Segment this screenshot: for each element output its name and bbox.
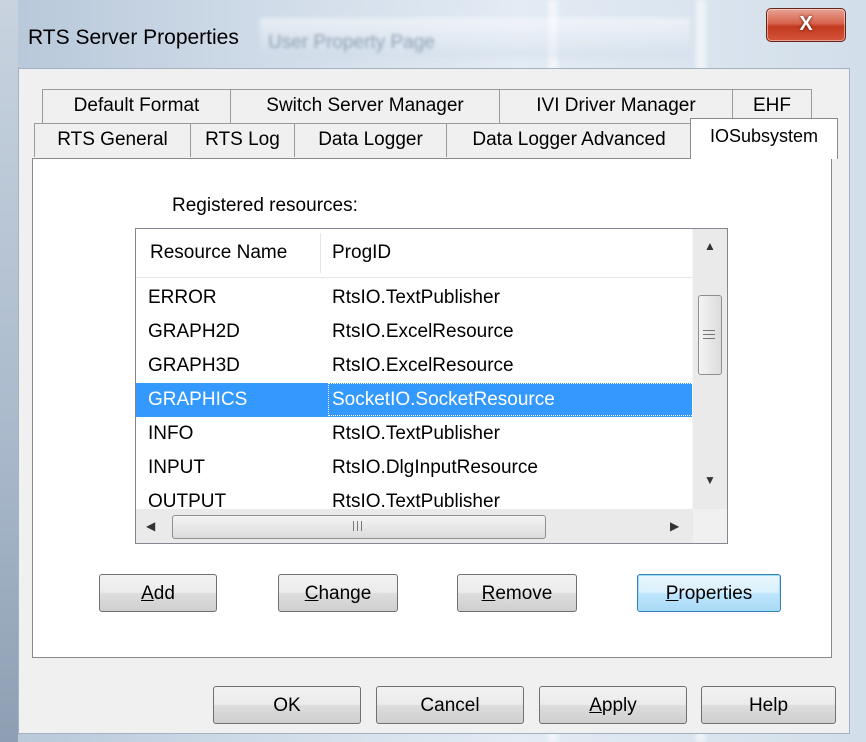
cancel-button[interactable]: Cancel bbox=[376, 686, 524, 724]
accelerator: A bbox=[141, 583, 154, 604]
properties-button[interactable]: Properties bbox=[637, 574, 781, 612]
accelerator: R bbox=[481, 583, 496, 604]
vertical-scroll-thumb[interactable] bbox=[698, 295, 722, 375]
column-header-resource-name[interactable]: Resource Name bbox=[150, 229, 287, 277]
resource-progid: SocketIO.SocketResource bbox=[332, 389, 555, 410]
resource-progid: RtsIO.DlgInputResource bbox=[332, 457, 538, 478]
tab-rts-general[interactable]: RTS General bbox=[34, 123, 191, 157]
scroll-right-icon[interactable]: ▶ bbox=[670, 519, 679, 533]
change-button[interactable]: Change bbox=[278, 574, 398, 612]
column-divider[interactable] bbox=[320, 233, 321, 273]
resource-name: INFO bbox=[148, 423, 194, 444]
button-label: pply bbox=[601, 695, 637, 716]
table-row[interactable]: ERROR RtsIO.TextPublisher bbox=[136, 281, 696, 315]
table-row[interactable]: GRAPH3D RtsIO.ExcelResource bbox=[136, 349, 696, 383]
scrollbar-corner bbox=[693, 509, 727, 543]
horizontal-scrollbar[interactable]: ◀ ▶ bbox=[136, 509, 694, 543]
apply-button[interactable]: Apply bbox=[539, 686, 687, 724]
close-icon: X bbox=[799, 13, 813, 35]
resource-progid: RtsIO.ExcelResource bbox=[332, 321, 514, 342]
resource-progid: RtsIO.TextPublisher bbox=[332, 287, 500, 308]
tab-rts-log[interactable]: RTS Log bbox=[190, 123, 295, 157]
list-header: Resource Name ProgID bbox=[136, 229, 696, 278]
column-header-progid[interactable]: ProgID bbox=[332, 229, 391, 277]
accelerator: A bbox=[589, 695, 602, 716]
scroll-down-icon[interactable]: ▼ bbox=[704, 473, 716, 487]
resource-progid: RtsIO.ExcelResource bbox=[332, 355, 514, 376]
tab-iosubsystem[interactable]: IOSubsystem bbox=[690, 118, 838, 159]
accelerator: C bbox=[304, 583, 319, 604]
button-label: hange bbox=[318, 583, 372, 604]
resource-name: GRAPHICS bbox=[148, 389, 248, 410]
frame-edge bbox=[0, 0, 18, 742]
tab-switch-server-manager[interactable]: Switch Server Manager bbox=[230, 89, 500, 123]
background-window-title: User Property Page bbox=[268, 32, 435, 53]
vertical-scrollbar[interactable]: ▲ ▼ bbox=[692, 229, 727, 511]
tab-default-format[interactable]: Default Format bbox=[42, 89, 231, 123]
resource-name: INPUT bbox=[148, 457, 205, 478]
help-button[interactable]: Help bbox=[701, 686, 836, 724]
resource-name: GRAPH3D bbox=[148, 355, 240, 376]
button-label: roperties bbox=[678, 583, 753, 604]
remove-button[interactable]: Remove bbox=[457, 574, 577, 612]
resources-list[interactable]: Resource Name ProgID ERROR RtsIO.TextPub… bbox=[135, 228, 728, 544]
scroll-up-icon[interactable]: ▲ bbox=[704, 239, 716, 253]
grip-icon bbox=[703, 330, 715, 331]
horizontal-scroll-thumb[interactable] bbox=[172, 515, 546, 539]
resource-progid: RtsIO.TextPublisher bbox=[332, 423, 500, 444]
close-button[interactable]: X bbox=[766, 8, 846, 42]
table-row[interactable]: INFO RtsIO.TextPublisher bbox=[136, 417, 696, 451]
accelerator: P bbox=[665, 583, 679, 604]
button-label: emove bbox=[495, 583, 553, 604]
resource-name: ERROR bbox=[148, 287, 217, 308]
grip-icon bbox=[353, 521, 354, 531]
table-row[interactable]: INPUT RtsIO.DlgInputResource bbox=[136, 451, 696, 485]
ok-button[interactable]: OK bbox=[213, 686, 361, 724]
add-button[interactable]: Add bbox=[99, 574, 217, 612]
button-label: dd bbox=[153, 583, 175, 604]
registered-resources-label: Registered resources: bbox=[172, 195, 358, 216]
table-row[interactable]: GRAPH2D RtsIO.ExcelResource bbox=[136, 315, 696, 349]
resource-name: GRAPH2D bbox=[148, 321, 240, 342]
window-title: RTS Server Properties bbox=[28, 26, 239, 49]
scroll-left-icon[interactable]: ◀ bbox=[146, 519, 155, 533]
table-row-selected[interactable]: GRAPHICS SocketIO.SocketResource bbox=[136, 383, 696, 417]
tab-data-logger-advanced[interactable]: Data Logger Advanced bbox=[446, 123, 692, 157]
tab-data-logger[interactable]: Data Logger bbox=[294, 123, 447, 157]
